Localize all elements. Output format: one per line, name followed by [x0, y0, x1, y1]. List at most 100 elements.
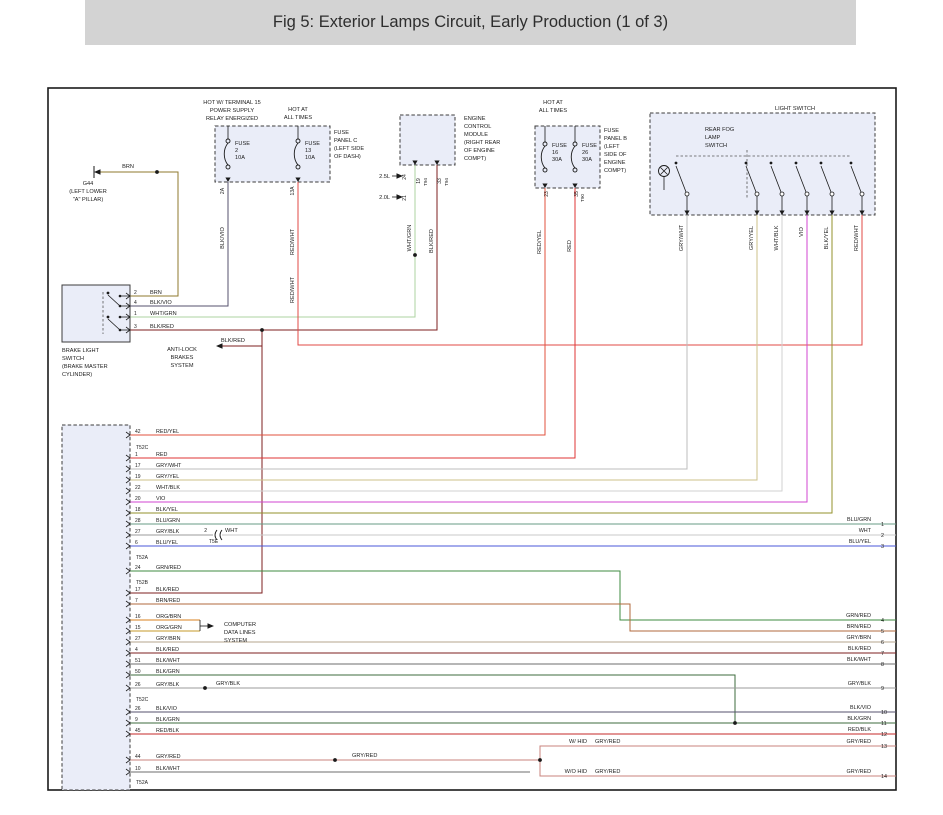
diagram-label: T94 [444, 178, 449, 186]
diagram-label: GRY/RED [595, 739, 620, 745]
diagram-label: 10A [305, 155, 315, 161]
diagram-label: (LEFT LOWER [69, 189, 107, 195]
connector-id-label: T52A [136, 780, 149, 786]
edge-pin-number: 11 [881, 721, 887, 727]
wire-color-label: BLK/RED [156, 647, 179, 653]
diagram-label: GRY/RED [595, 769, 620, 775]
edge-pin-number: 1 [881, 522, 884, 528]
switch-contact-circle [830, 192, 834, 196]
diagram-label: LAMP [705, 135, 721, 141]
pin-number: 15 [135, 625, 141, 631]
wire-vio [130, 215, 807, 502]
wire-color-label: WHT/BLK [156, 485, 180, 491]
wire-color-label: ORG/GRN [156, 625, 182, 631]
pin-arrow-icon [216, 343, 223, 349]
diagram-label: WHT/GRN [407, 225, 413, 252]
light-switch-box [650, 113, 875, 215]
diagram-label: 23 [544, 191, 550, 197]
pin-number: 19 [135, 474, 141, 480]
diagram-label: 2 [235, 148, 238, 154]
diagram-label: W/O HID [565, 769, 587, 775]
diagram-label: OF ENGINE [464, 148, 495, 154]
diagram-label: (RIGHT REAR [464, 140, 500, 146]
diagram-label: WHT [225, 528, 238, 534]
switch-contact-circle [780, 192, 784, 196]
diagram-label: 2 [134, 290, 137, 296]
junction-dot [107, 292, 110, 295]
junction-dot [413, 253, 417, 257]
edge-pin-number: 2 [881, 533, 884, 539]
diagram-label: RED [567, 240, 573, 252]
pin-number: 4 [135, 647, 138, 653]
edge-pin-number: 12 [881, 732, 887, 738]
edge-pin-number: 3 [881, 544, 884, 550]
diagram-label: DATA LINES [224, 630, 256, 636]
diagram-label: REAR FOG [705, 127, 734, 133]
diagram-label: 30A [582, 157, 592, 163]
pin-number: 10 [135, 766, 141, 772]
pin-number: 27 [135, 636, 141, 642]
wire-red_yel [130, 188, 545, 435]
diagram-label: COMPUTER [224, 622, 256, 628]
fuse-panel-c-box [215, 126, 330, 182]
diagram-label: BRAKES [171, 355, 194, 361]
junction-dot [770, 162, 773, 165]
diagram-label: G44 [83, 181, 94, 187]
diagram-label: COMPT) [464, 156, 486, 162]
wire-wht_grn [130, 165, 415, 317]
diagram-label: POWER SUPPLY [210, 108, 255, 114]
diagram-label: ENGINE [464, 116, 486, 122]
wire-red [130, 188, 575, 458]
wire-color-label: BLK/GRN [847, 716, 871, 722]
pin-number: 16 [135, 614, 141, 620]
diagram-label: T90 [580, 194, 585, 202]
wire-color-label: BLK/WHT [847, 657, 872, 663]
diagram-label: FUSE [604, 128, 619, 134]
wire-color-label: RED/BLK [156, 728, 179, 734]
diagram-label: 1 [134, 311, 137, 317]
diagram-label: VIO [799, 227, 805, 237]
pin-number: 6 [135, 540, 138, 546]
switch-contact-circle [805, 192, 809, 196]
edge-pin-number: 9 [881, 686, 884, 692]
diagram-label: FUSE [305, 141, 320, 147]
diagram-label: T5E [209, 539, 219, 545]
diagram-label: BLK/RED [150, 324, 174, 330]
diagram-label: PANEL C [334, 138, 357, 144]
diagram-label: ENGINE [604, 160, 626, 166]
diagram-label: SYSTEM [224, 638, 247, 644]
wire-color-label: VIO [156, 496, 165, 502]
junction-dot [795, 162, 798, 165]
wire-color-label: GRY/BRN [156, 636, 181, 642]
pin-number: 9 [135, 717, 138, 723]
junction-dot [155, 170, 159, 174]
junction-dot [538, 758, 542, 762]
wire-gry_red [540, 746, 896, 760]
pin-arrow-icon [94, 169, 101, 175]
diagram-label: SYSTEM [170, 363, 193, 369]
diagram-label: CONTROL [464, 124, 491, 130]
diagram-label: WHT/BLK [774, 225, 780, 250]
wire-grn_red [130, 571, 896, 620]
junction-dot [203, 686, 207, 690]
junction-dot [820, 162, 823, 165]
wire-color-label: GRY/BLK [156, 529, 180, 535]
diagram-label: ALL TIMES [539, 108, 568, 114]
diagram-label: (BRAKE MASTER [62, 364, 108, 370]
junction-dot [745, 162, 748, 165]
wire-color-label: BLU/YEL [849, 539, 871, 545]
diagram-label: ANTI-LOCK [167, 347, 197, 353]
diagram-label: FUSE [235, 141, 250, 147]
wire-blk_red [130, 330, 262, 593]
diagram-label: 33 [437, 178, 443, 184]
junction-dot [333, 758, 337, 762]
edge-pin-number: 8 [881, 662, 884, 668]
pin-number: 44 [135, 754, 141, 760]
diagram-label: 2 [204, 528, 207, 534]
diagram-label: (LEFT [604, 144, 620, 150]
pin-number: 17 [135, 587, 141, 593]
pin-number: 28 [135, 518, 141, 524]
pin-number: 24 [135, 565, 141, 571]
diagram-label: RELAY ENERGIZED [206, 116, 258, 122]
wire-color-label: BLK/GRN [156, 717, 180, 723]
